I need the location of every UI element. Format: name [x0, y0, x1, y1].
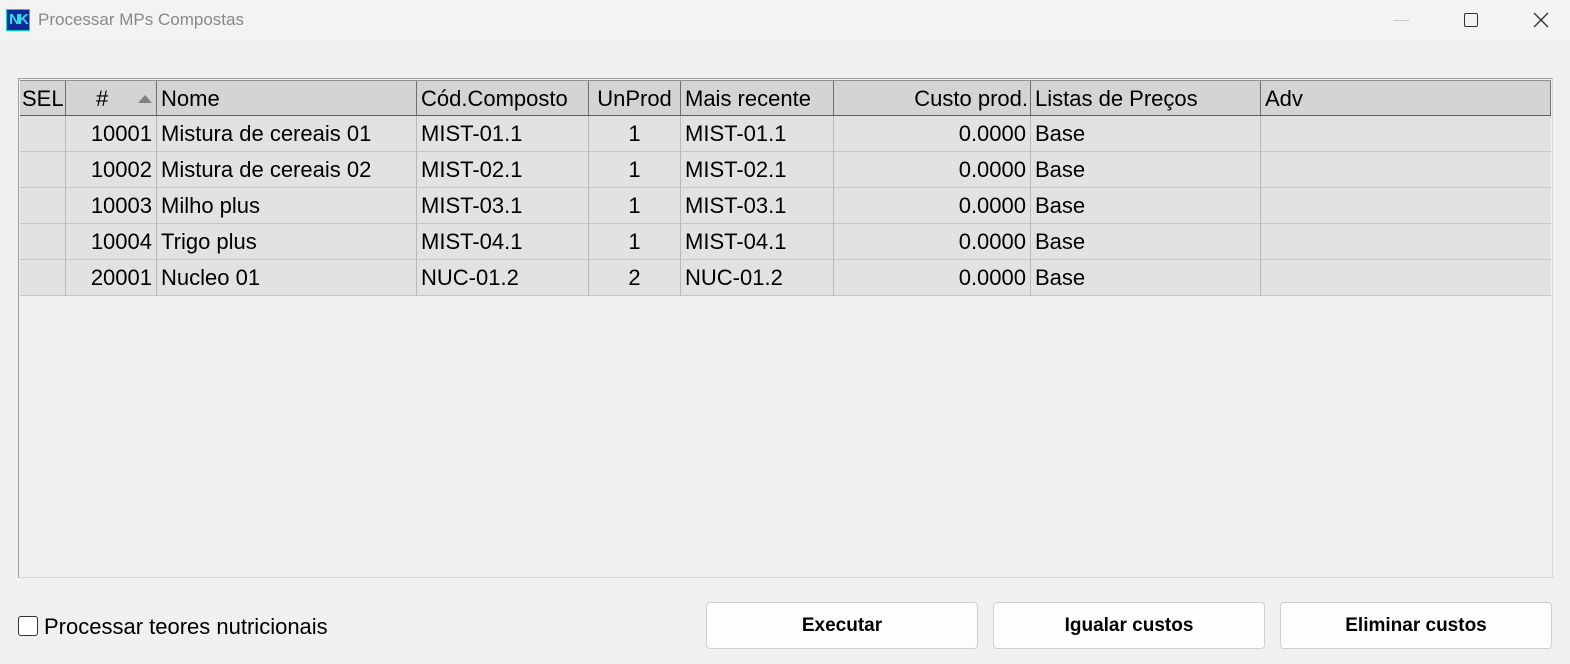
title-bar: NK Processar MPs Compostas [0, 0, 1570, 40]
cell-cod-composto: MIST-04.1 [417, 224, 589, 260]
table-row[interactable]: 10004 Trigo plus MIST-04.1 1 MIST-04.1 0… [20, 224, 1551, 260]
executar-button[interactable]: Executar [706, 602, 978, 649]
cell-adv [1261, 260, 1551, 296]
cell-nome: Nucleo 01 [157, 260, 417, 296]
cell-nome: Mistura de cereais 01 [157, 116, 417, 152]
cell-nome: Mistura de cereais 02 [157, 152, 417, 188]
cell-sel[interactable] [20, 152, 66, 188]
table-row[interactable]: 20001 Nucleo 01 NUC-01.2 2 NUC-01.2 0.00… [20, 260, 1551, 296]
cell-sel[interactable] [20, 116, 66, 152]
cell-mais-recente: NUC-01.2 [681, 260, 834, 296]
processar-teores-label[interactable]: Processar teores nutricionais [44, 614, 328, 640]
cell-num: 20001 [66, 260, 157, 296]
processar-teores-checkbox[interactable] [18, 616, 38, 636]
maximize-button[interactable] [1436, 0, 1506, 40]
cell-listas-precos: Base [1031, 116, 1261, 152]
col-header-num-label: # [96, 86, 109, 111]
cell-listas-precos: Base [1031, 224, 1261, 260]
grid-header-row: SEL # Nome Cód.Composto UnProd Mais rece… [20, 80, 1551, 116]
cell-cod-composto: MIST-01.1 [417, 116, 589, 152]
eliminar-custos-button[interactable]: Eliminar custos [1280, 602, 1552, 649]
cell-adv [1261, 188, 1551, 224]
igualar-custos-button[interactable]: Igualar custos [993, 602, 1265, 649]
table-row[interactable]: 10003 Milho plus MIST-03.1 1 MIST-03.1 0… [20, 188, 1551, 224]
minimize-icon [1393, 19, 1409, 21]
cell-adv [1261, 224, 1551, 260]
cell-num: 10001 [66, 116, 157, 152]
cell-cod-composto: NUC-01.2 [417, 260, 589, 296]
cell-custo-prod: 0.0000 [834, 224, 1031, 260]
cell-sel[interactable] [20, 224, 66, 260]
col-header-nome[interactable]: Nome [157, 81, 417, 115]
cell-unprod: 2 [589, 260, 681, 296]
sort-ascending-icon [138, 95, 152, 103]
cell-unprod: 1 [589, 116, 681, 152]
col-header-cod-composto[interactable]: Cód.Composto [417, 81, 589, 115]
cell-listas-precos: Base [1031, 152, 1261, 188]
cell-cod-composto: MIST-03.1 [417, 188, 589, 224]
mp-grid[interactable]: SEL # Nome Cód.Composto UnProd Mais rece… [18, 78, 1553, 578]
cell-adv [1261, 116, 1551, 152]
cell-sel[interactable] [20, 188, 66, 224]
table-row[interactable]: 10001 Mistura de cereais 01 MIST-01.1 1 … [20, 116, 1551, 152]
close-button[interactable] [1506, 0, 1570, 40]
col-header-unprod[interactable]: UnProd [589, 81, 681, 115]
cell-custo-prod: 0.0000 [834, 260, 1031, 296]
cell-num: 10002 [66, 152, 157, 188]
col-header-adv[interactable]: Adv [1261, 81, 1551, 115]
maximize-icon [1464, 13, 1478, 27]
cell-mais-recente: MIST-01.1 [681, 116, 834, 152]
cell-cod-composto: MIST-02.1 [417, 152, 589, 188]
minimize-button[interactable] [1366, 0, 1436, 40]
cell-unprod: 1 [589, 152, 681, 188]
cell-num: 10003 [66, 188, 157, 224]
close-icon [1533, 12, 1549, 28]
cell-nome: Milho plus [157, 188, 417, 224]
cell-mais-recente: MIST-02.1 [681, 152, 834, 188]
cell-sel[interactable] [20, 260, 66, 296]
col-header-custo-prod[interactable]: Custo prod. [834, 81, 1031, 115]
col-header-num[interactable]: # [66, 81, 157, 115]
cell-mais-recente: MIST-04.1 [681, 224, 834, 260]
cell-num: 10004 [66, 224, 157, 260]
table-row[interactable]: 10002 Mistura de cereais 02 MIST-02.1 1 … [20, 152, 1551, 188]
cell-nome: Trigo plus [157, 224, 417, 260]
col-header-mais-recente[interactable]: Mais recente [681, 81, 834, 115]
cell-listas-precos: Base [1031, 260, 1261, 296]
col-header-listas-precos[interactable]: Listas de Preços [1031, 81, 1261, 115]
grid-content: SEL # Nome Cód.Composto UnProd Mais rece… [20, 80, 1551, 296]
app-logo-icon: NK [6, 9, 30, 31]
col-header-sel[interactable]: SEL [20, 81, 66, 115]
cell-adv [1261, 152, 1551, 188]
cell-listas-precos: Base [1031, 188, 1261, 224]
window-title: Processar MPs Compostas [38, 10, 244, 29]
cell-custo-prod: 0.0000 [834, 188, 1031, 224]
cell-custo-prod: 0.0000 [834, 152, 1031, 188]
cell-unprod: 1 [589, 224, 681, 260]
cell-mais-recente: MIST-03.1 [681, 188, 834, 224]
cell-custo-prod: 0.0000 [834, 116, 1031, 152]
cell-unprod: 1 [589, 188, 681, 224]
